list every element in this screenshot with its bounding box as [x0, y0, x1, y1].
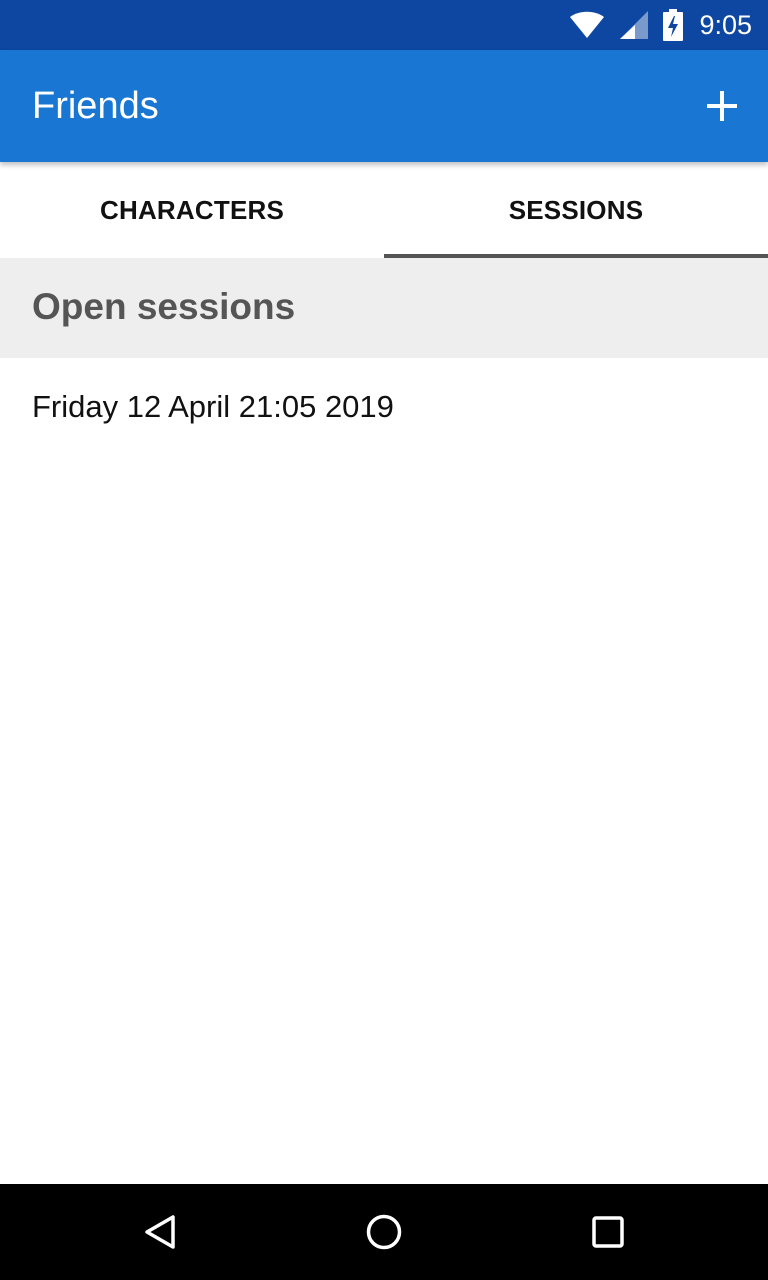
nav-bar — [0, 1184, 768, 1280]
wifi-icon — [570, 11, 605, 38]
home-icon — [366, 1214, 402, 1250]
home-button[interactable] — [354, 1202, 414, 1262]
recents-button[interactable] — [578, 1202, 638, 1262]
recents-icon — [592, 1216, 624, 1248]
app-screen: 9:05 Friends CHARACTERS SESSIONS Open se… — [0, 0, 768, 1280]
session-list: Friday 12 April 21:05 2019 — [0, 358, 768, 456]
tab-bar: CHARACTERS SESSIONS — [0, 162, 768, 258]
session-label: Friday 12 April 21:05 2019 — [32, 389, 394, 424]
app-bar: Friends — [0, 50, 768, 162]
back-button[interactable] — [130, 1202, 190, 1262]
tab-characters-label: CHARACTERS — [100, 194, 284, 225]
add-button[interactable] — [694, 78, 750, 134]
status-icons: 9:05 — [569, 0, 752, 50]
status-time: 9:05 — [699, 9, 752, 40]
cell-signal-icon — [620, 11, 649, 39]
add-icon — [707, 91, 737, 121]
section-header: Open sessions — [0, 258, 768, 358]
tab-sessions-label: SESSIONS — [508, 194, 644, 225]
tab-sessions[interactable]: SESSIONS — [384, 162, 768, 258]
list-item[interactable]: Friday 12 April 21:05 2019 — [0, 358, 768, 456]
app-title: Friends — [32, 85, 159, 127]
back-icon — [145, 1215, 175, 1249]
tab-characters[interactable]: CHARACTERS — [0, 162, 384, 258]
status-bar: 9:05 — [0, 0, 768, 50]
section-title: Open sessions — [32, 286, 296, 327]
battery-charging-icon — [663, 9, 684, 41]
